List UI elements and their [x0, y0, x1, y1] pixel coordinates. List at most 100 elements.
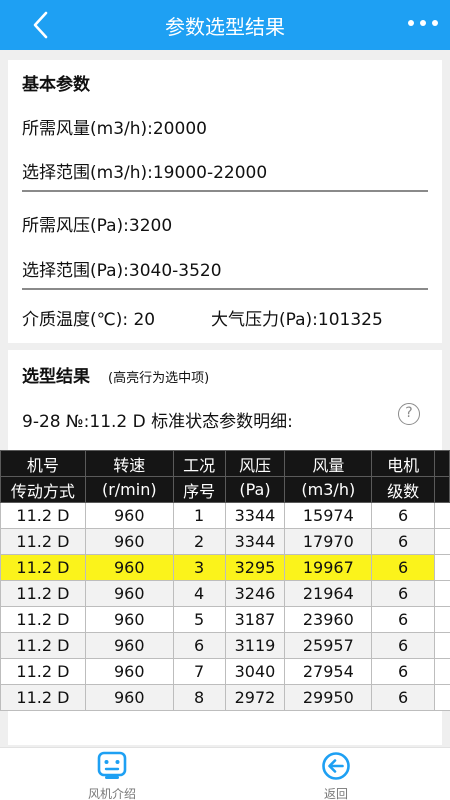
- cell-model: 11.2 D: [0, 606, 86, 633]
- col-header: (r/min): [84, 476, 174, 503]
- col-header: 级数: [371, 476, 436, 503]
- table-row-selected[interactable]: 11.2 D 960 3 3295 19967 6: [0, 554, 450, 581]
- cell-model: 11.2 D: [0, 684, 86, 711]
- cell-poles: 6: [371, 684, 436, 711]
- cell-pressure: 3295: [224, 554, 286, 581]
- cell-speed: 960: [84, 684, 174, 711]
- col-header: 电机: [371, 450, 436, 477]
- cell-seq: 5: [172, 606, 226, 633]
- col-header: 传动方式: [0, 476, 86, 503]
- airflow-text: 所需风量(m3/h):20000: [22, 119, 207, 139]
- col-header: (m3/h): [284, 476, 373, 503]
- cell-poles: 6: [371, 554, 436, 581]
- cell-model: 11.2 D: [0, 554, 86, 581]
- bottom-nav: 风机介绍 返回: [0, 747, 450, 800]
- cell-poles: 6: [371, 632, 436, 659]
- more-icon[interactable]: [408, 20, 438, 28]
- cell-pressure: 3344: [224, 528, 286, 555]
- cell-seq: 1: [172, 502, 226, 529]
- pressure-range-text: 选择范围(Pa):3040-3520: [22, 261, 222, 281]
- model-detail-line: 9-28 №:11.2 D 标准状态参数明细:: [22, 412, 293, 432]
- fan-intro-label: 风机介绍: [87, 787, 136, 800]
- cell-pressure: 3344: [224, 502, 286, 529]
- fan-intro-button[interactable]: 风机介绍: [62, 751, 162, 800]
- col-header-overflow: [434, 476, 450, 503]
- cell-speed: 960: [84, 632, 174, 659]
- table-row[interactable]: 11.2 D 960 1 3344 15974 6: [0, 502, 450, 529]
- cell-speed: 960: [84, 502, 174, 529]
- cell-overflow: [434, 554, 450, 581]
- cell-flow: 21964: [284, 580, 373, 607]
- col-header: 机号: [0, 450, 86, 477]
- basic-section-title: 基本参数: [22, 75, 90, 95]
- col-header: 风压: [224, 450, 286, 477]
- cell-seq: 4: [172, 580, 226, 607]
- col-header: 转速: [84, 450, 174, 477]
- cell-speed: 960: [84, 580, 174, 607]
- fan-intro-icon: [97, 751, 127, 781]
- cell-overflow: [434, 528, 450, 555]
- cell-overflow: [434, 658, 450, 685]
- cell-flow: 23960: [284, 606, 373, 633]
- table-row[interactable]: 11.2 D 960 8 2972 29950 6: [0, 684, 450, 711]
- cell-model: 11.2 D: [0, 502, 86, 529]
- cell-poles: 6: [371, 606, 436, 633]
- col-header: 风量: [284, 450, 373, 477]
- col-header: (Pa): [224, 476, 286, 503]
- result-table: 机号 转速 工况 风压 风量 电机 传动方式 (r/min) 序号 (Pa) (…: [0, 450, 450, 711]
- divider: [22, 190, 428, 192]
- table-row[interactable]: 11.2 D 960 7 3040 27954 6: [0, 658, 450, 685]
- atm-pressure-text: 大气压力(Pa):101325: [211, 310, 383, 330]
- cell-poles: 6: [371, 658, 436, 685]
- results-section-title: 选型结果: [22, 367, 90, 387]
- cell-model: 11.2 D: [0, 632, 86, 659]
- cell-seq: 2: [172, 528, 226, 555]
- cell-model: 11.2 D: [0, 528, 86, 555]
- cell-pressure: 2972: [224, 684, 286, 711]
- table-header-row-1: 机号 转速 工况 风压 风量 电机: [0, 450, 450, 477]
- cell-flow: 17970: [284, 528, 373, 555]
- back-label: 返回: [323, 787, 348, 800]
- cell-model: 11.2 D: [0, 580, 86, 607]
- divider: [22, 288, 428, 290]
- cell-seq: 3: [172, 554, 226, 581]
- table-row[interactable]: 11.2 D 960 2 3344 17970 6: [0, 528, 450, 555]
- cell-overflow: [434, 502, 450, 529]
- cell-pressure: 3119: [224, 632, 286, 659]
- pressure-text: 所需风压(Pa):3200: [22, 216, 173, 236]
- cell-overflow: [434, 632, 450, 659]
- cell-speed: 960: [84, 554, 174, 581]
- question-circle-icon[interactable]: ?: [398, 403, 420, 425]
- page-title: 参数选型结果: [165, 15, 285, 39]
- cell-flow: 25957: [284, 632, 373, 659]
- table-row[interactable]: 11.2 D 960 5 3187 23960 6: [0, 606, 450, 633]
- airflow-range-text: 选择范围(m3/h):19000-22000: [22, 163, 268, 183]
- cell-overflow: [434, 580, 450, 607]
- cell-seq: 6: [172, 632, 226, 659]
- cell-overflow: [434, 684, 450, 711]
- result-table-wrap: 机号 转速 工况 风压 风量 电机 传动方式 (r/min) 序号 (Pa) (…: [0, 450, 450, 714]
- table-row[interactable]: 11.2 D 960 6 3119 25957 6: [0, 632, 450, 659]
- cell-model: 11.2 D: [0, 658, 86, 685]
- cell-pressure: 3187: [224, 606, 286, 633]
- table-row[interactable]: 11.2 D 960 4 3246 21964 6: [0, 580, 450, 607]
- cell-speed: 960: [84, 528, 174, 555]
- temperature-text: 介质温度(℃): 20: [22, 310, 156, 330]
- cell-flow: 29950: [284, 684, 373, 711]
- top-bar: 参数选型结果: [0, 0, 450, 50]
- cell-pressure: 3040: [224, 658, 286, 685]
- cell-overflow: [434, 606, 450, 633]
- cell-seq: 7: [172, 658, 226, 685]
- cell-seq: 8: [172, 684, 226, 711]
- col-header-overflow: [434, 450, 450, 477]
- col-header: 工况: [172, 450, 226, 477]
- cell-pressure: 3246: [224, 580, 286, 607]
- cell-flow: 15974: [284, 502, 373, 529]
- col-header: 序号: [172, 476, 226, 503]
- cell-poles: 6: [371, 580, 436, 607]
- cell-speed: 960: [84, 658, 174, 685]
- back-button[interactable]: 返回: [286, 751, 386, 800]
- table-header-row-2: 传动方式 (r/min) 序号 (Pa) (m3/h) 级数: [0, 476, 450, 503]
- cell-flow: 19967: [284, 554, 373, 581]
- cell-poles: 6: [371, 502, 436, 529]
